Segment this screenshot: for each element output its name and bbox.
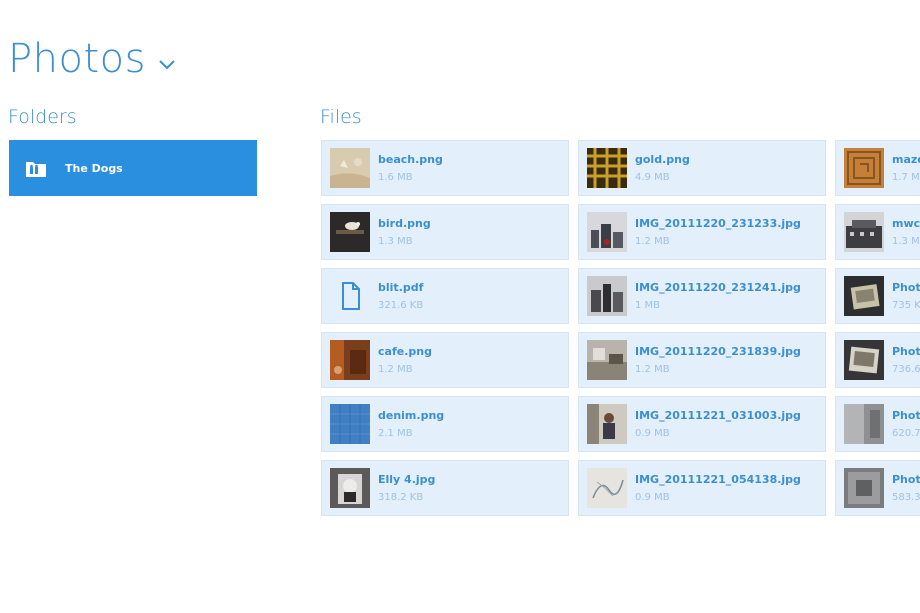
file-thumbnail <box>587 468 627 508</box>
file-size: 735 K <box>892 300 920 311</box>
file-name: Photo <box>892 409 920 422</box>
photos-app: Photos Folders Files The Dogs beach.png 1… <box>0 0 920 613</box>
file-tile[interactable]: beach.png 1.6 MB <box>321 140 569 196</box>
file-size: 583.3 <box>892 492 920 503</box>
file-thumbnail <box>330 212 370 252</box>
file-size: 1.2 MB <box>635 364 670 375</box>
page-title-text: Photos <box>8 36 146 82</box>
file-tile[interactable]: gold.png 4.9 MB <box>578 140 826 196</box>
file-thumbnail <box>844 212 884 252</box>
file-name: IMG_20111221_054138.jpg <box>635 473 801 486</box>
file-thumbnail <box>844 276 884 316</box>
folder-tile-the-dogs[interactable]: The Dogs <box>9 140 257 196</box>
file-name: beach.png <box>378 153 443 166</box>
file-size: 1.6 MB <box>378 172 413 183</box>
file-size: 321.6 KB <box>378 300 424 311</box>
file-size: 318.2 KB <box>378 492 424 503</box>
file-thumbnail <box>844 404 884 444</box>
file-name: maze <box>892 153 920 166</box>
file-thumbnail <box>587 276 627 316</box>
file-thumbnail <box>844 468 884 508</box>
file-name: Elly 4.jpg <box>378 473 436 486</box>
file-name: IMG_20111220_231839.jpg <box>635 345 801 358</box>
file-thumbnail <box>330 404 370 444</box>
file-tile[interactable]: bird.png 1.3 MB <box>321 204 569 260</box>
chevron-down-icon[interactable] <box>158 57 176 71</box>
file-thumbnail <box>587 148 627 188</box>
file-name: blit.pdf <box>378 281 424 294</box>
file-name: denim.png <box>378 409 445 422</box>
file-thumbnail <box>587 212 627 252</box>
file-size: 1.7 M <box>892 172 920 183</box>
file-thumbnail <box>330 340 370 380</box>
folder-icon <box>26 162 46 177</box>
file-tile[interactable]: blit.pdf 321.6 KB <box>321 268 569 324</box>
file-size: 1.2 MB <box>635 236 670 247</box>
file-tile[interactable]: IMG_20111221_054138.jpg 0.9 MB <box>578 460 826 516</box>
file-name: Photo <box>892 281 920 294</box>
file-thumbnail <box>844 340 884 380</box>
file-size: 2.1 MB <box>378 428 413 439</box>
file-tile[interactable]: Photo 620.7 <box>835 396 920 452</box>
file-tile[interactable]: maze 1.7 M <box>835 140 920 196</box>
document-icon <box>330 276 370 316</box>
file-name: IMG_20111220_231241.jpg <box>635 281 801 294</box>
file-tile[interactable]: Photo 583.3 <box>835 460 920 516</box>
file-tile[interactable]: mwc. 1.3 M <box>835 204 920 260</box>
files-heading: Files <box>320 106 362 128</box>
file-tile[interactable]: denim.png 2.1 MB <box>321 396 569 452</box>
file-name: bird.png <box>378 217 431 230</box>
file-thumbnail <box>844 148 884 188</box>
file-size: 1.2 MB <box>378 364 413 375</box>
file-size: 620.7 <box>892 428 920 439</box>
file-thumbnail <box>587 340 627 380</box>
page-title[interactable]: Photos <box>8 36 176 82</box>
file-tile[interactable]: Elly 4.jpg 318.2 KB <box>321 460 569 516</box>
file-tile[interactable]: IMG_20111220_231233.jpg 1.2 MB <box>578 204 826 260</box>
file-name: Photo <box>892 345 920 358</box>
folder-name: The Dogs <box>65 161 123 175</box>
file-thumbnail <box>587 404 627 444</box>
file-thumbnail <box>330 468 370 508</box>
file-size: 0.9 MB <box>635 492 670 503</box>
file-tile[interactable]: Photo 736.6 <box>835 332 920 388</box>
file-size: 0.9 MB <box>635 428 670 439</box>
file-name: IMG_20111220_231233.jpg <box>635 217 801 230</box>
file-tile[interactable]: cafe.png 1.2 MB <box>321 332 569 388</box>
file-size: 736.6 <box>892 364 920 375</box>
folders-heading: Folders <box>8 106 77 128</box>
file-size: 1 MB <box>635 300 661 311</box>
file-tile[interactable]: IMG_20111220_231241.jpg 1 MB <box>578 268 826 324</box>
file-name: Photo <box>892 473 920 486</box>
file-tile[interactable]: IMG_20111220_231839.jpg 1.2 MB <box>578 332 826 388</box>
file-tile[interactable]: Photo 735 K <box>835 268 920 324</box>
file-size: 1.3 MB <box>378 236 413 247</box>
file-thumbnail <box>330 148 370 188</box>
file-size: 1.3 M <box>892 236 920 247</box>
file-tile[interactable]: IMG_20111221_031003.jpg 0.9 MB <box>578 396 826 452</box>
file-size: 4.9 MB <box>635 172 670 183</box>
file-name: IMG_20111221_031003.jpg <box>635 409 801 422</box>
file-name: gold.png <box>635 153 690 166</box>
file-name: mwc. <box>892 217 920 230</box>
file-name: cafe.png <box>378 345 432 358</box>
